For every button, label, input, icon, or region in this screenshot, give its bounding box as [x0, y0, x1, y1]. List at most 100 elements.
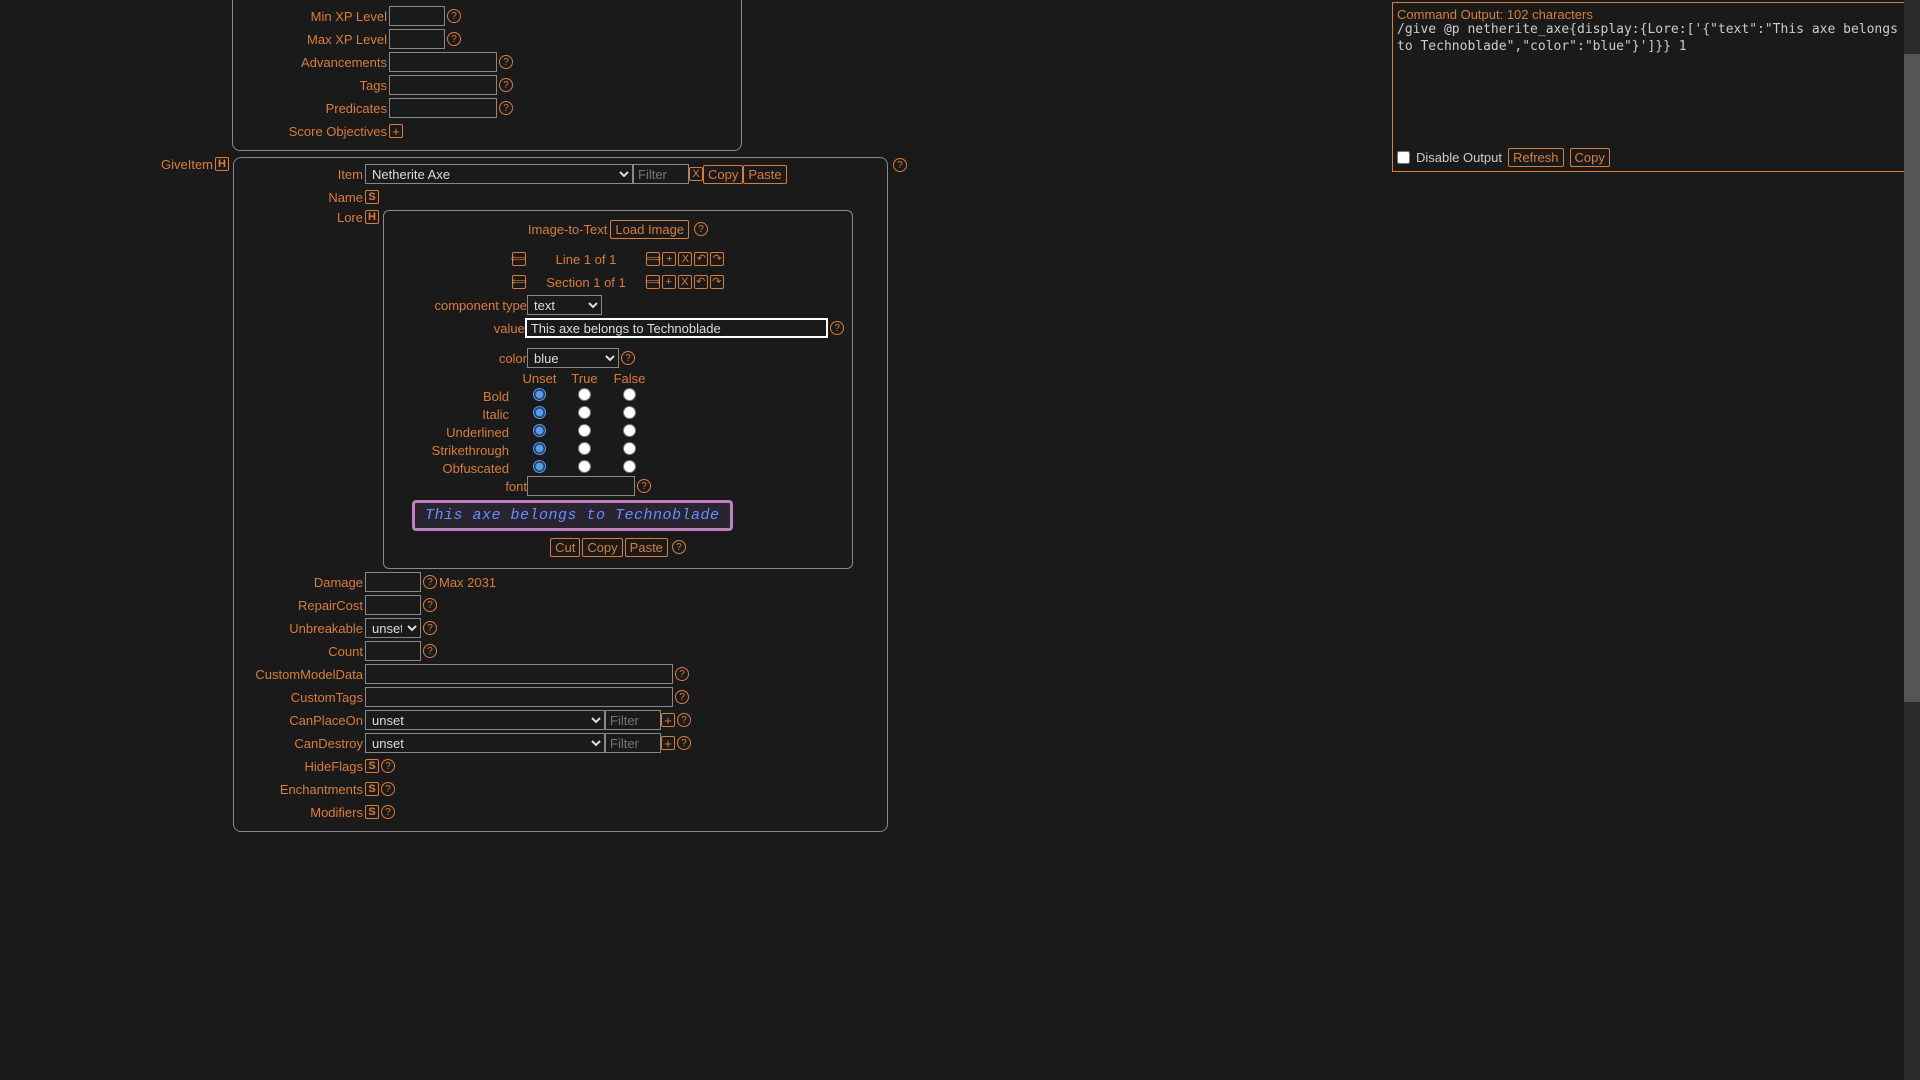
help-icon[interactable]: ?	[830, 321, 844, 335]
help-icon[interactable]: ?	[621, 351, 635, 365]
scrollbar[interactable]	[1904, 0, 1920, 1080]
canplace-select[interactable]: unset	[365, 710, 605, 730]
help-icon[interactable]: ?	[675, 690, 689, 704]
help-icon[interactable]: ?	[677, 736, 691, 750]
strike-false-radio[interactable]	[623, 442, 636, 455]
paste-button[interactable]: Paste	[625, 538, 668, 557]
candestroy-select[interactable]: unset	[365, 733, 605, 753]
help-icon[interactable]: ?	[423, 644, 437, 658]
next-line-icon[interactable]: ⟹	[646, 252, 660, 266]
next-section-icon[interactable]: ⟹	[646, 275, 660, 289]
redo-icon[interactable]: ↷	[710, 252, 724, 266]
help-icon[interactable]: ?	[499, 101, 513, 115]
plus-icon[interactable]: +	[661, 736, 675, 750]
h-button[interactable]: H	[365, 210, 379, 224]
copy-button[interactable]: Copy	[582, 538, 622, 557]
comp-type-select[interactable]: text	[527, 295, 602, 315]
help-icon[interactable]: ?	[675, 667, 689, 681]
item-label: Item	[240, 167, 365, 182]
underlined-true-radio[interactable]	[578, 424, 591, 437]
paste-button[interactable]: Paste	[743, 165, 786, 184]
prev-section-icon[interactable]: ⟸	[512, 275, 526, 289]
help-icon[interactable]: ?	[381, 782, 395, 796]
h-button[interactable]: H	[215, 157, 229, 171]
color-select[interactable]: blue	[527, 348, 619, 368]
plus-icon[interactable]: +	[389, 124, 403, 138]
modifiers-label: Modifiers	[240, 805, 365, 820]
s-button[interactable]: S	[365, 805, 379, 819]
obf-true-radio[interactable]	[578, 460, 591, 473]
load-image-button[interactable]: Load Image	[610, 220, 689, 239]
delete-line-icon[interactable]: X	[678, 252, 692, 266]
help-icon[interactable]: ?	[423, 575, 437, 589]
advancements-input[interactable]	[389, 52, 497, 72]
help-icon[interactable]: ?	[893, 158, 907, 172]
min-xp-label: Min XP Level	[239, 9, 389, 24]
help-icon[interactable]: ?	[447, 32, 461, 46]
value-label: value	[392, 321, 525, 336]
undo-section-icon[interactable]: ↶	[694, 275, 708, 289]
italic-true-radio[interactable]	[578, 406, 591, 419]
cmd-input[interactable]	[365, 664, 673, 684]
obf-false-radio[interactable]	[623, 460, 636, 473]
count-input[interactable]	[365, 641, 421, 661]
add-section-icon[interactable]: +	[662, 275, 676, 289]
bold-unset-radio[interactable]	[533, 388, 546, 401]
italic-unset-radio[interactable]	[533, 406, 546, 419]
candestroy-filter[interactable]	[605, 733, 661, 753]
preview-box: This axe belongs to Technoblade	[412, 500, 733, 531]
repair-label: RepairCost	[240, 598, 365, 613]
redo-section-icon[interactable]: ↷	[710, 275, 724, 289]
tags-input[interactable]	[389, 75, 497, 95]
x-button[interactable]: X	[689, 167, 703, 181]
unbreak-select[interactable]: unset	[365, 618, 421, 638]
s-button[interactable]: S	[365, 759, 379, 773]
help-icon[interactable]: ?	[423, 598, 437, 612]
add-line-icon[interactable]: +	[662, 252, 676, 266]
cut-button[interactable]: Cut	[550, 538, 580, 557]
help-icon[interactable]: ?	[499, 78, 513, 92]
advancements-label: Advancements	[239, 55, 389, 70]
bold-true-radio[interactable]	[578, 388, 591, 401]
help-icon[interactable]: ?	[381, 805, 395, 819]
undo-icon[interactable]: ↶	[694, 252, 708, 266]
customtags-input[interactable]	[365, 687, 673, 707]
disable-output-checkbox[interactable]	[1397, 151, 1410, 164]
underlined-unset-radio[interactable]	[533, 424, 546, 437]
preview-text: This axe belongs to Technoblade	[425, 507, 720, 524]
italic-label: Italic	[392, 407, 517, 422]
item-filter-input[interactable]	[633, 164, 689, 184]
s-button[interactable]: S	[365, 190, 379, 204]
copy-button[interactable]: Copy	[703, 165, 743, 184]
min-xp-input[interactable]	[389, 6, 445, 26]
strike-true-radio[interactable]	[578, 442, 591, 455]
strike-unset-radio[interactable]	[533, 442, 546, 455]
delete-section-icon[interactable]: X	[678, 275, 692, 289]
canplace-filter[interactable]	[605, 710, 661, 730]
help-icon[interactable]: ?	[677, 713, 691, 727]
obf-unset-radio[interactable]	[533, 460, 546, 473]
italic-false-radio[interactable]	[623, 406, 636, 419]
underlined-false-radio[interactable]	[623, 424, 636, 437]
repair-input[interactable]	[365, 595, 421, 615]
copy-output-button[interactable]: Copy	[1570, 148, 1610, 167]
bold-false-radio[interactable]	[623, 388, 636, 401]
scrollbar-thumb[interactable]	[1904, 54, 1920, 702]
plus-icon[interactable]: +	[661, 713, 675, 727]
item-select[interactable]: Netherite Axe	[365, 164, 633, 184]
predicates-input[interactable]	[389, 98, 497, 118]
damage-input[interactable]	[365, 572, 421, 592]
help-icon[interactable]: ?	[499, 55, 513, 69]
help-icon[interactable]: ?	[637, 479, 651, 493]
refresh-button[interactable]: Refresh	[1508, 148, 1564, 167]
font-input[interactable]	[527, 476, 635, 496]
prev-line-icon[interactable]: ⟸	[512, 252, 526, 266]
s-button[interactable]: S	[365, 782, 379, 796]
help-icon[interactable]: ?	[381, 759, 395, 773]
help-icon[interactable]: ?	[447, 9, 461, 23]
help-icon[interactable]: ?	[694, 222, 708, 236]
help-icon[interactable]: ?	[423, 621, 437, 635]
help-icon[interactable]: ?	[672, 540, 686, 554]
max-xp-input[interactable]	[389, 29, 445, 49]
value-input[interactable]	[525, 318, 828, 338]
